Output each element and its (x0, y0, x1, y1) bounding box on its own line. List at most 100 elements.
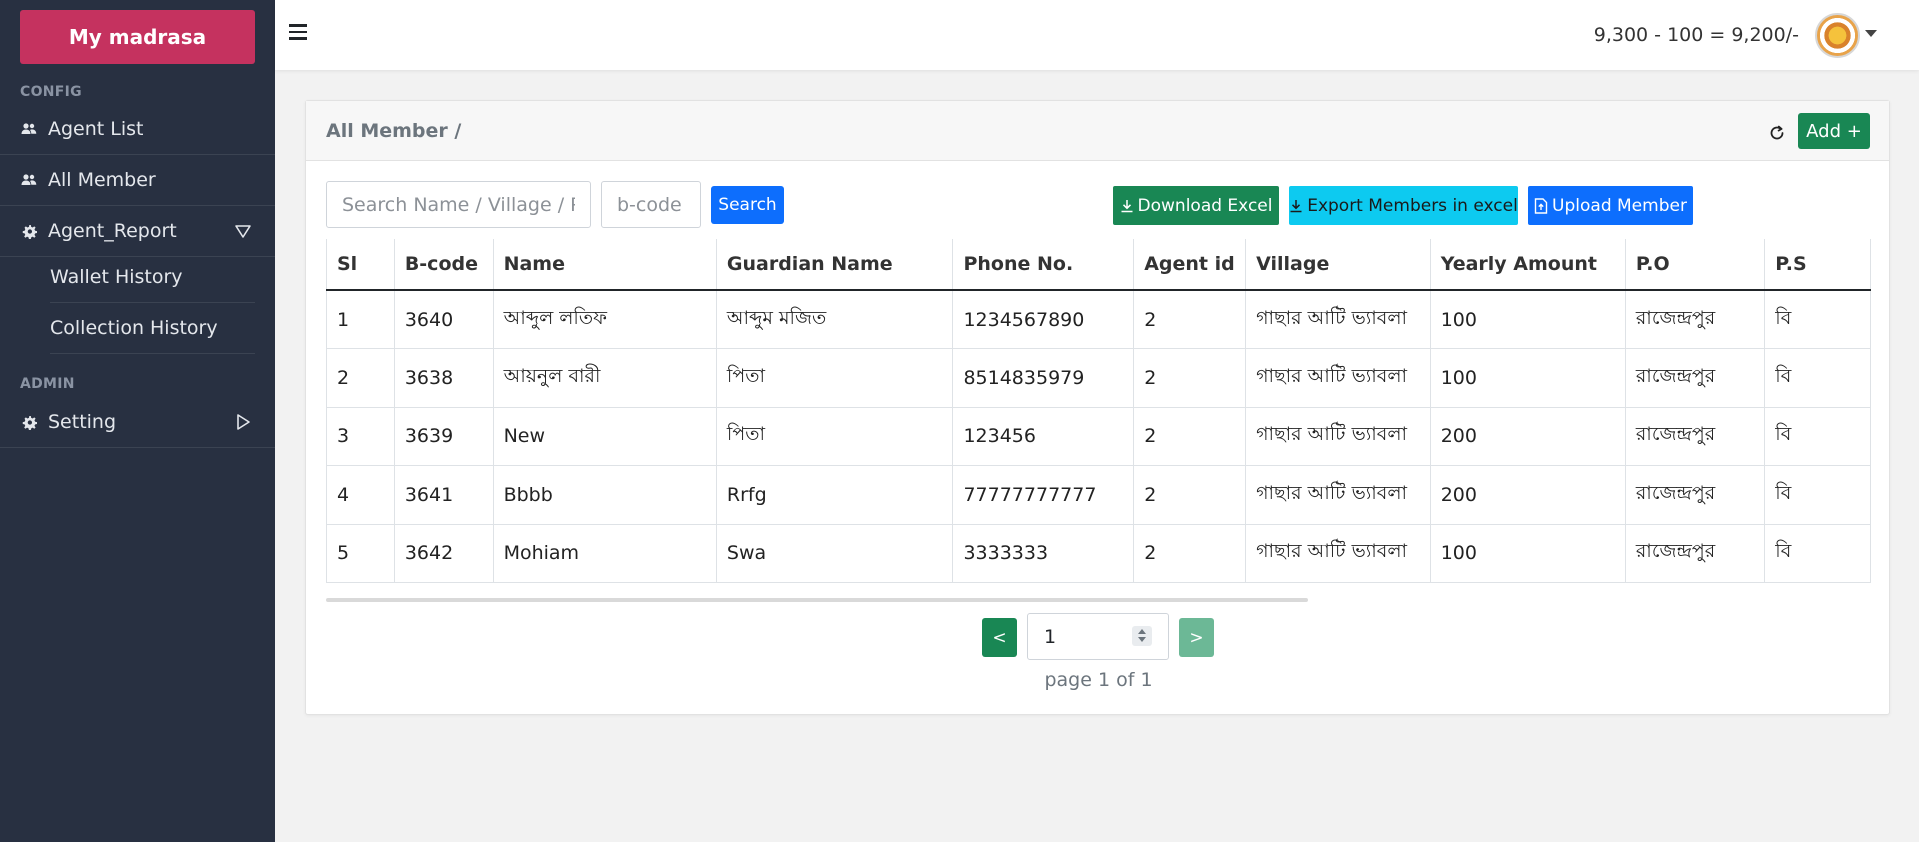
page-info: page 1 of 1 (1044, 669, 1153, 691)
table-cell: Rrfg (716, 465, 954, 525)
table-row: 2 3638 আয়নুল বারী পিতা 8514835979 2 গাছ… (326, 348, 1871, 408)
table-cell: 200 (1430, 407, 1626, 466)
config-section-title: CONFIG (20, 84, 82, 100)
table-cell: 2 (326, 348, 395, 408)
table-row: 3 3639 New পিতা 123456 2 গাছার আটি ভ্যাব… (326, 407, 1871, 466)
column-header: B-code (394, 239, 494, 291)
table-cell: 2 (1133, 465, 1247, 525)
table-cell: 3642 (394, 524, 494, 583)
table-cell: 2 (1133, 524, 1247, 583)
table-cell: রাজেন্দ্রপুর (1625, 348, 1766, 408)
users-icon (20, 120, 38, 138)
column-header: Phone No. (952, 239, 1135, 291)
sidebar-subitem-collection-history[interactable]: Collection History (50, 303, 255, 354)
sidebar-item-agent-report[interactable]: Agent_Report (0, 206, 275, 257)
sidebar-item-label: Agent_Report (48, 220, 177, 242)
wallet-balance: 9,300 - 100 = 9,200/- (1593, 24, 1799, 46)
table-cell: আব্দুল লতিফ (493, 290, 717, 349)
table-cell: আব্দুম মজিত (716, 290, 954, 349)
page-number-input[interactable]: 1 (1027, 613, 1169, 660)
column-header: P.S (1764, 239, 1871, 291)
download-excel-label: Download Excel (1137, 195, 1273, 216)
sidebar-item-agent-list[interactable]: Agent List (0, 104, 275, 155)
search-input[interactable] (326, 181, 591, 228)
table-cell: 8514835979 (952, 348, 1135, 408)
table-cell: পিতা (716, 348, 954, 408)
table-cell: রাজেন্দ্রপুর (1625, 465, 1766, 525)
column-header: P.O (1625, 239, 1766, 291)
upload-member-button[interactable]: Upload Member (1528, 186, 1693, 225)
next-page-button[interactable]: > (1179, 618, 1214, 657)
sidebar-item-label: Agent List (48, 118, 144, 140)
sidebar-item-label: Setting (48, 411, 117, 433)
hamburger-menu-icon[interactable] (289, 24, 307, 40)
table-cell: 2 (1133, 348, 1247, 408)
table-cell: 5 (326, 524, 395, 583)
table-header-row: Sl B-code Name Guardian Name Phone No. A… (326, 239, 1871, 291)
table-cell: Bbbb (493, 465, 717, 525)
users-icon (20, 171, 38, 189)
table-cell: বি (1764, 407, 1871, 466)
table-cell: 2 (1133, 290, 1247, 349)
export-members-label: Export Members in excel (1307, 195, 1518, 216)
table-cell: Mohiam (493, 524, 717, 583)
table-cell: 100 (1430, 348, 1626, 408)
table-cell: বি (1764, 465, 1871, 525)
table-cell: 3638 (394, 348, 494, 408)
sidebar-item-all-member[interactable]: All Member (0, 155, 275, 206)
download-icon (1121, 199, 1133, 212)
brand-button[interactable]: My madrasa (20, 10, 255, 64)
sidebar-item-setting[interactable]: Setting (0, 397, 275, 448)
table-cell: 3639 (394, 407, 494, 466)
column-header: Yearly Amount (1430, 239, 1626, 291)
page-title: All Member / (326, 120, 462, 142)
page-number-value: 1 (1044, 625, 1057, 648)
download-icon (1290, 199, 1302, 212)
search-button[interactable]: Search (711, 186, 784, 224)
add-member-button[interactable]: Add + (1798, 113, 1870, 149)
admin-section-title: ADMIN (20, 376, 75, 392)
table-cell: রাজেন্দ্রপুর (1625, 524, 1766, 583)
topbar: 9,300 - 100 = 9,200/- (275, 0, 1919, 70)
sidebar-item-label: All Member (48, 169, 156, 191)
refresh-icon[interactable] (1767, 123, 1787, 143)
table-cell: গাছার আটি ভ্যাবলা (1245, 290, 1431, 349)
table-cell: 100 (1430, 290, 1626, 349)
prev-page-button[interactable]: < (982, 618, 1017, 657)
export-members-button[interactable]: Export Members in excel (1289, 186, 1518, 225)
table-cell: গাছার আটি ভ্যাবলা (1245, 407, 1431, 466)
sidebar-subitem-label: Wallet History (50, 266, 183, 288)
horizontal-scrollbar[interactable] (326, 598, 1308, 602)
table-cell: পিতা (716, 407, 954, 466)
sidebar: My madrasa CONFIG Agent List All Member … (0, 0, 275, 842)
table-cell: গাছার আটি ভ্যাবলা (1245, 465, 1431, 525)
column-header: Agent id (1133, 239, 1247, 291)
column-header: Name (493, 239, 717, 291)
table-cell: 3641 (394, 465, 494, 525)
members-table-wrapper[interactable]: Sl B-code Name Guardian Name Phone No. A… (326, 239, 1871, 584)
table-cell: 123456 (952, 407, 1135, 466)
table-cell: 200 (1430, 465, 1626, 525)
avatar[interactable] (1815, 13, 1860, 58)
table-cell: বি (1764, 524, 1871, 583)
download-excel-button[interactable]: Download Excel (1113, 186, 1279, 225)
user-menu-caret-icon[interactable] (1865, 30, 1877, 37)
table-cell: গাছার আটি ভ্যাবলা (1245, 524, 1431, 583)
table-cell: 3640 (394, 290, 494, 349)
table-cell: রাজেন্দ্রপুর (1625, 407, 1766, 466)
upload-member-label: Upload Member (1552, 195, 1687, 216)
table-cell: 2 (1133, 407, 1247, 466)
stepper-icon[interactable] (1132, 626, 1152, 646)
chevron-right-icon (233, 412, 253, 432)
bcode-input[interactable] (601, 181, 701, 228)
members-card: All Member / Add + Search Download Excel… (305, 100, 1890, 715)
table-cell: 3333333 (952, 524, 1135, 583)
column-header: Sl (326, 239, 395, 291)
table-cell: 4 (326, 465, 395, 525)
table-cell: 1234567890 (952, 290, 1135, 349)
sidebar-subitem-label: Collection History (50, 317, 218, 339)
sidebar-subitem-wallet-history[interactable]: Wallet History (50, 252, 255, 303)
table-cell: Swa (716, 524, 954, 583)
file-upload-icon (1534, 197, 1548, 214)
table-row: 4 3641 Bbbb Rrfg 77777777777 2 গাছার আটি… (326, 465, 1871, 525)
